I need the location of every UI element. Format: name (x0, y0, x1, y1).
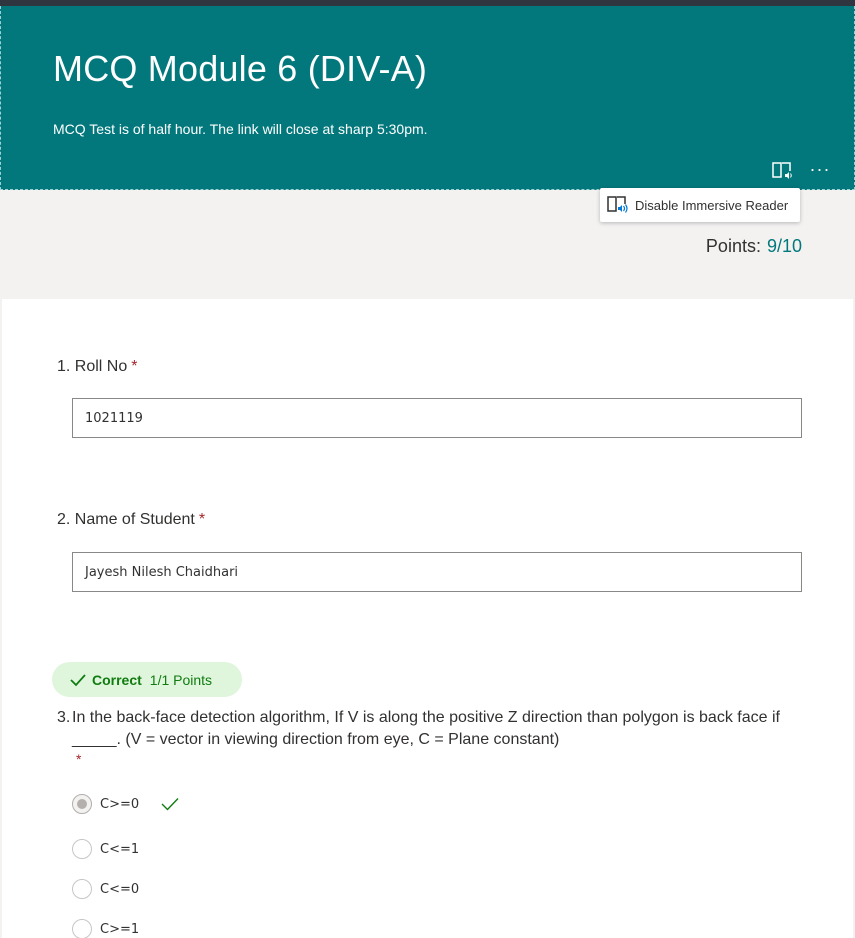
option-label: C>=1 (100, 921, 140, 937)
points-label: Points: (705, 236, 761, 256)
option-c-ge-0[interactable]: C>=0 (72, 793, 179, 815)
immersive-reader-icon (607, 196, 628, 213)
correct-badge: Correct 1/1 Points (52, 662, 242, 697)
option-label: C>=0 (100, 796, 140, 812)
option-c-ge-1[interactable]: C>=1 (72, 918, 139, 938)
option-c-le-0[interactable]: C<=0 (72, 878, 139, 900)
immersive-reader-button[interactable] (771, 160, 795, 182)
immersive-reader-icon (772, 162, 792, 179)
points-summary: Points: 9/10 (706, 236, 802, 257)
radio-button[interactable] (72, 794, 92, 814)
correct-label: Correct (92, 671, 142, 688)
question-number: 2. (57, 511, 71, 528)
correct-check-icon (161, 798, 179, 811)
radio-selected-dot (77, 799, 87, 809)
required-marker: * (198, 511, 206, 528)
student-name-input[interactable]: Jayesh Nilesh Chaidhari (72, 552, 802, 592)
check-icon (70, 673, 86, 686)
required-marker: * (76, 751, 82, 767)
question-2-label: 2. Name of Student * (57, 511, 205, 529)
form-header: MCQ Module 6 (DIV-A) MCQ Test is of half… (0, 6, 855, 190)
option-label: C<=0 (100, 881, 140, 897)
roll-no-input[interactable]: 1021119 (72, 398, 802, 438)
disable-immersive-reader-button[interactable]: Disable Immersive Reader (600, 188, 800, 222)
question-points: 1/1 Points (149, 671, 213, 688)
question-text: Name of Student (74, 511, 195, 528)
question-number: 1. (57, 358, 71, 375)
option-label: C<=1 (100, 841, 140, 857)
form-description: MCQ Test is of half hour. The link will … (53, 121, 428, 137)
points-value: 9/10 (766, 236, 802, 256)
question-number: 3. (57, 709, 71, 726)
radio-button[interactable] (72, 919, 92, 938)
more-options-button[interactable]: ··· (807, 158, 833, 180)
radio-button[interactable] (72, 879, 92, 899)
form-title: MCQ Module 6 (DIV-A) (53, 48, 428, 89)
question-text: In the back-face detection algorithm, If… (72, 709, 780, 748)
question-text: Roll No (74, 358, 128, 375)
radio-button[interactable] (72, 839, 92, 859)
tooltip-label: Disable Immersive Reader (635, 197, 789, 213)
required-marker: * (131, 358, 138, 375)
question-1-label: 1. Roll No * (57, 358, 138, 376)
option-c-le-1[interactable]: C<=1 (72, 838, 139, 860)
